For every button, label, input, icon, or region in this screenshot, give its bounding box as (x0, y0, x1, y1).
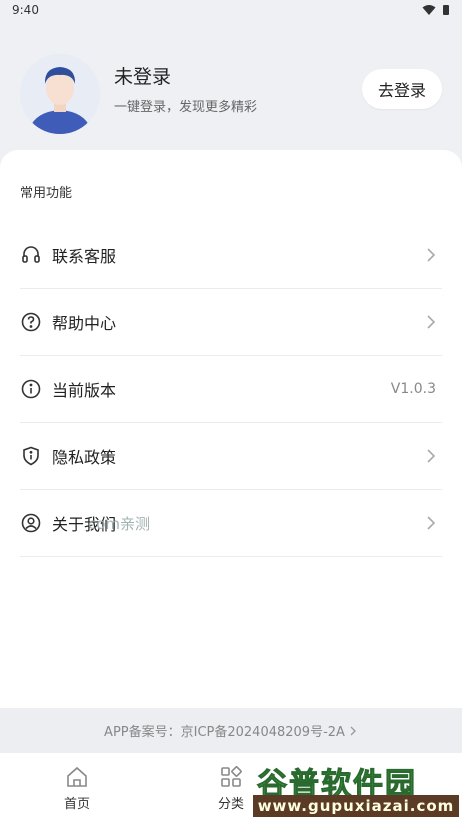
home-icon (67, 766, 87, 787)
tab-label: 分类 (217, 797, 244, 812)
menu-item-label: 帮助中心 (52, 314, 117, 333)
info-icon (20, 378, 42, 400)
user-name: 未登录 (114, 66, 172, 88)
chevron-right-icon (426, 423, 436, 489)
wifi-icon (422, 5, 436, 15)
menu-item-label: 隐私政策 (52, 448, 117, 467)
battery-icon (443, 5, 449, 15)
icp-text: APP备案号：京ICP备2024048209号-2A (104, 725, 345, 740)
icp-record-link[interactable]: APP备案号：京ICP备2024048209号-2A (0, 708, 462, 753)
menu-item-contact-service[interactable]: 联系客服 (20, 222, 442, 289)
login-button[interactable]: 去登录 (362, 69, 442, 109)
chevron-right-icon (426, 490, 436, 556)
status-time: 9:40 (12, 3, 39, 17)
chevron-right-icon (350, 726, 356, 735)
site-watermark-logo: 谷普软件园 www.gupuxiazai.com (253, 755, 459, 821)
status-icons (422, 4, 450, 16)
watermark-text: com亲测 (88, 515, 151, 533)
status-bar: 9:40 (0, 0, 462, 20)
chevron-right-icon (426, 222, 436, 288)
version-number: V1.0.3 (390, 381, 436, 397)
profile-header: 未登录 一键登录，发现更多精彩 去登录 (0, 20, 462, 160)
menu-item-label: 当前版本 (52, 381, 117, 400)
menu-item-help-center[interactable]: 帮助中心 (20, 289, 442, 356)
avatar[interactable] (20, 54, 100, 134)
tab-home[interactable]: 首页 (47, 765, 107, 812)
menu-list: 联系客服 帮助中心 当前版本 V1.0.3 隐私政策 关于我们 (20, 222, 442, 557)
menu-item-label: 联系客服 (52, 247, 117, 266)
help-circle-icon (20, 311, 42, 333)
chevron-right-icon (426, 289, 436, 355)
menu-item-privacy-policy[interactable]: 隐私政策 (20, 423, 442, 490)
menu-item-current-version[interactable]: 当前版本 V1.0.3 (20, 356, 442, 423)
section-title: 常用功能 (20, 186, 73, 201)
tab-category[interactable]: 分类 (201, 765, 261, 812)
grid-icon (221, 766, 242, 787)
user-description: 一键登录，发现更多精彩 (114, 100, 258, 115)
default-avatar-icon (20, 54, 100, 134)
tab-label: 首页 (63, 797, 90, 812)
functions-card: 常用功能 联系客服 帮助中心 当前版本 V1.0.3 隐私政策 关于我们 com… (0, 150, 462, 708)
shield-info-icon (20, 445, 42, 467)
menu-item-about-us[interactable]: 关于我们 (20, 490, 442, 557)
brand-url: www.gupuxiazai.com (253, 795, 459, 817)
user-circle-icon (20, 512, 42, 534)
headset-icon (20, 244, 42, 266)
